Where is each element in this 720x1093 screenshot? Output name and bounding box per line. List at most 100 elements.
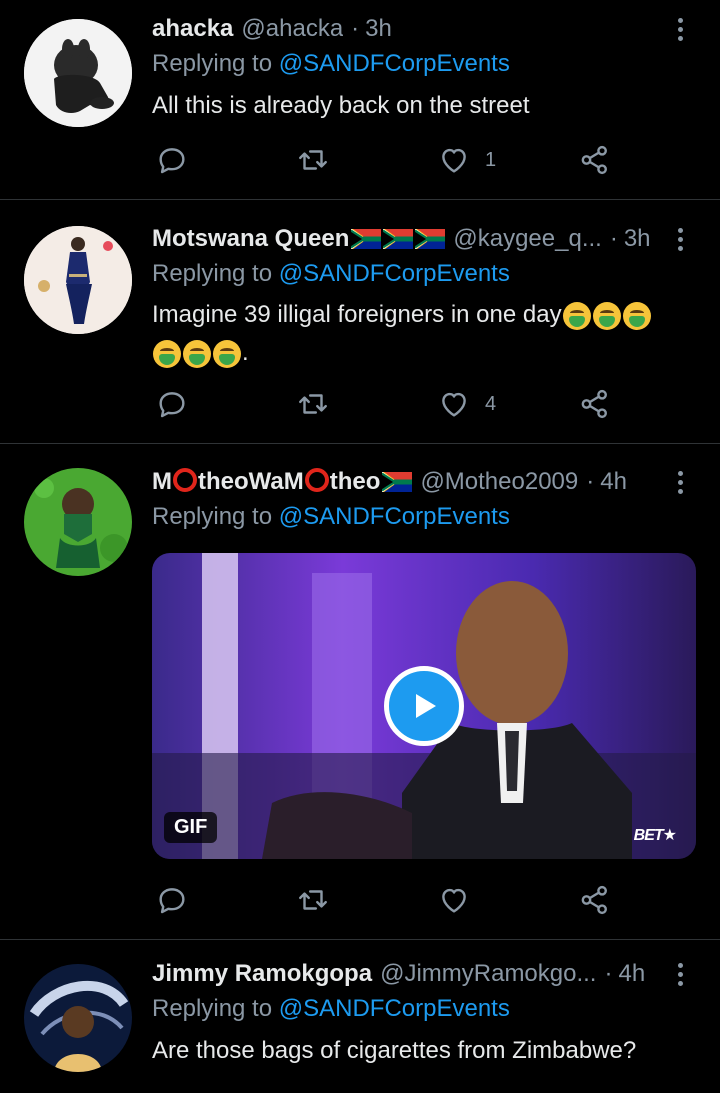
tweet-2[interactable]: Motswana Queen @kaygee_q... · 3h Replyin… [0,200,720,444]
tweet-header: Jimmy Ramokgopa @JimmyRamokgo... · 4h [152,957,660,991]
more-icon[interactable] [670,465,690,499]
share-icon [578,387,612,421]
south-africa-flag-icon [351,229,381,249]
reply-button[interactable] [155,384,189,424]
replying-to-label: Replying to [152,995,273,1022]
user-handle[interactable]: @kaygee_q... [453,225,601,253]
share-button[interactable] [578,880,612,920]
like-icon [437,387,471,421]
tweet-text: Imagine 39 illigal foreigners in one day… [152,296,680,372]
play-icon [416,694,436,718]
more-icon[interactable] [670,222,690,256]
reply-icon [155,883,189,917]
like-button[interactable]: 1 [437,140,496,180]
bet-watermark: BET★ [633,827,677,844]
replying-to: Replying to @SANDFCorpEvents [152,995,510,1023]
replying-to: Replying to @SANDFCorpEvents [152,50,510,78]
display-name[interactable]: MtheoWaM theo [152,468,380,496]
tweet-1[interactable]: ahacka @ahacka · 3h Replying to @SANDFCo… [0,0,720,200]
avatar-figurine-image [24,19,132,127]
user-handle[interactable]: @ahacka [241,15,343,43]
avatar-child-image [24,468,132,576]
reply-button[interactable] [155,880,189,920]
tweet-text: Are those bags of cigarettes from Zimbab… [152,1037,637,1064]
share-button[interactable] [578,140,612,180]
separator: · [586,468,595,495]
display-name[interactable]: Motswana Queen [152,225,349,253]
like-button[interactable] [437,880,485,920]
replying-to: Replying to @SANDFCorpEvents [152,260,510,288]
action-bar: 1 [152,140,622,180]
mention-link[interactable]: @SANDFCorpEvents [279,995,510,1022]
timestamp[interactable]: 4h [618,960,645,988]
avatar[interactable] [24,964,132,1072]
avatar[interactable] [24,468,132,576]
tweet-header: ahacka @ahacka · 3h [152,12,660,46]
mention-link[interactable]: @SANDFCorpEvents [279,260,510,287]
avatar[interactable] [24,226,132,334]
user-handle[interactable]: @Motheo2009 [420,468,578,496]
retweet-icon [296,143,330,177]
vomit-emoji-icon [562,301,591,330]
tweet-text-content: Imagine 39 illigal foreigners in one day [152,301,562,328]
red-circle-icon [173,468,197,492]
south-africa-flag-icon [415,229,445,249]
replying-to-label: Replying to [152,50,273,77]
red-circle-icon [304,468,329,492]
vomit-emoji-icon [153,339,181,368]
tweet-header: Motswana Queen @kaygee_q... · 3h [152,222,660,256]
retweet-icon [296,387,330,421]
share-icon [578,143,612,177]
display-name-part: M [152,468,172,495]
separator: · [351,15,360,42]
vomit-emoji-icon [213,339,241,368]
separator: · [609,225,618,252]
like-button[interactable]: 4 [437,384,496,424]
like-count: 1 [485,148,497,171]
tweet-text: All this is already back on the street [152,92,530,119]
avatar[interactable] [24,19,132,127]
display-name-part: theo [329,468,381,495]
south-africa-flag-icon [383,229,413,249]
mention-link[interactable]: @SANDFCorpEvents [279,50,510,77]
vomit-emoji-icon [183,339,211,368]
display-name-part: theoWaM [198,468,304,495]
action-bar [152,880,622,920]
user-handle[interactable]: @JimmyRamokgo... [380,960,596,988]
play-button[interactable] [384,666,464,746]
replying-to-label: Replying to [152,260,273,287]
south-africa-flag-icon [382,472,412,492]
timestamp[interactable]: 3h [624,225,651,253]
retweet-button[interactable] [296,880,330,920]
reply-icon [155,143,189,177]
share-icon [578,883,612,917]
retweet-button[interactable] [296,140,330,180]
more-icon[interactable] [670,12,690,46]
share-button[interactable] [578,384,612,424]
gif-badge: GIF [164,812,218,843]
display-name[interactable]: Jimmy Ramokgopa [152,960,372,988]
timestamp[interactable]: 4h [600,468,627,496]
avatar-man-image [24,964,132,1072]
retweet-icon [296,883,330,917]
mention-link[interactable]: @SANDFCorpEvents [279,503,510,530]
tweet-text-end: . [242,339,249,366]
like-count: 4 [485,392,497,415]
vomit-emoji-icon [592,301,621,330]
more-icon[interactable] [670,957,690,991]
avatar-woman-image [24,226,132,334]
replying-to: Replying to @SANDFCorpEvents [152,503,510,531]
vomit-emoji-icon [622,301,651,330]
retweet-button[interactable] [296,384,330,424]
reply-button[interactable] [155,140,189,180]
tweet-4[interactable]: Jimmy Ramokgopa @JimmyRamokgo... · 4h Re… [0,940,720,1093]
reply-icon [155,387,189,421]
display-name[interactable]: ahacka [152,15,233,43]
separator: · [604,960,613,987]
gif-media[interactable]: GIF BET★ [152,553,696,859]
replying-to-label: Replying to [152,503,273,530]
action-bar: 4 [152,384,622,424]
timestamp[interactable]: 3h [365,15,392,43]
like-icon [437,883,471,917]
tweet-3[interactable]: MtheoWaM theo @Motheo2009 · 4h Replying t… [0,444,720,940]
